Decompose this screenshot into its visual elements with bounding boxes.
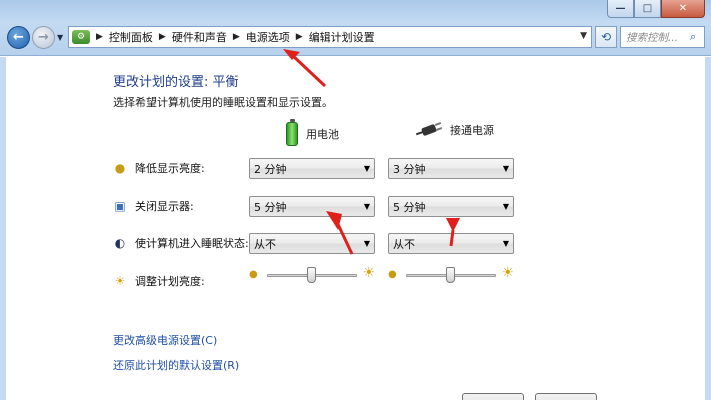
select-value: 5 分钟 [393,200,426,214]
column-header-plugged-in: 接通电源 [415,122,494,138]
search-input[interactable]: 搜索控制... [626,30,690,45]
column-label-plugged-in: 接通电源 [450,124,494,137]
dim-display-battery-select[interactable]: 2 分钟 ▼ [249,158,375,179]
bright-sun-icon: ☀ [362,265,375,281]
control-panel-icon: ⚙ [72,30,90,44]
save-changes-button[interactable] [462,393,524,400]
chevron-right-icon[interactable]: ▶ [96,32,103,42]
setting-label: 关闭显示器: [135,200,194,213]
battery-icon [286,119,298,146]
close-button[interactable]: ✕ [661,0,705,18]
select-value: 从不 [393,237,415,251]
column-label-battery: 用电池 [306,128,339,141]
chevron-right-icon[interactable]: ▶ [296,32,303,42]
refresh-icon: ⟲ [600,30,612,44]
breadcrumb-power-options[interactable]: 电源选项 [246,29,290,45]
window-titlebar: — □ ✕ ← → ▼ ⚙ ▶ 控制面板 ▶ 硬件和声音 ▶ 电源选项 ▶ 编辑… [0,0,711,56]
page-subtitle: 选择希望计算机使用的睡眠设置和显示设置。 [113,96,333,109]
back-button[interactable]: ← [7,26,30,49]
setting-label: 使计算机进入睡眠状态: [135,237,249,250]
search-box[interactable]: 搜索控制... ⌕ [620,26,705,48]
forward-button[interactable]: → [32,26,55,49]
select-value: 5 分钟 [254,200,287,214]
chevron-down-icon: ▼ [502,202,510,211]
chevron-down-icon: ▼ [502,164,510,173]
setting-row-dim-display: ● 降低显示亮度: [113,157,205,179]
setting-label: 调整计划亮度: [135,275,205,288]
breadcrumb-hardware-sound[interactable]: 硬件和声音 [172,29,227,45]
restore-defaults-link[interactable]: 还原此计划的默认设置(R) [113,357,239,373]
sun-icon: ☀ [114,274,126,288]
advanced-power-settings-link[interactable]: 更改高级电源设置(C) [113,332,217,348]
dim-sun-icon: ● [249,269,258,280]
dim-sun-icon: ● [388,269,397,280]
setting-row-turn-off-display: ▣ 关闭显示器: [113,195,194,217]
page-title: 更改计划的设置: 平衡 [113,75,239,90]
address-bar[interactable]: ⚙ ▶ 控制面板 ▶ 硬件和声音 ▶ 电源选项 ▶ 编辑计划设置 ▼ [68,26,592,48]
column-header-battery: 用电池 [286,119,339,146]
chevron-right-icon[interactable]: ▶ [233,32,240,42]
sleep-plugged-select[interactable]: 从不 ▼ [388,233,514,254]
select-value: 从不 [254,237,276,251]
chevron-down-icon: ▼ [363,239,371,248]
maximize-button[interactable]: □ [634,0,661,18]
navigation-bar: ← → ▼ ⚙ ▶ 控制面板 ▶ 硬件和声音 ▶ 电源选项 ▶ 编辑计划设置 ▼… [5,24,705,50]
turn-off-display-battery-select[interactable]: 5 分钟 ▼ [249,196,375,217]
back-arrow-icon: ← [13,30,24,45]
sleep-battery-select[interactable]: 从不 ▼ [249,233,375,254]
chevron-down-icon: ▼ [502,239,510,248]
search-icon[interactable]: ⌕ [690,30,704,44]
setting-row-brightness: ☀ 调整计划亮度: [113,270,205,292]
address-dropdown-icon[interactable]: ▼ [580,31,587,41]
refresh-button[interactable]: ⟲ [595,26,617,48]
chevron-down-icon: ▼ [363,164,371,173]
bright-sun-icon: ☀ [501,265,514,281]
minimize-button[interactable]: — [607,0,634,18]
breadcrumb-edit-plan-settings[interactable]: 编辑计划设置 [309,29,375,45]
cancel-button[interactable] [535,393,597,400]
power-plug-icon [415,122,443,137]
chevron-down-icon: ▼ [363,202,371,211]
recent-pages-dropdown[interactable]: ▼ [57,33,63,42]
slider-thumb[interactable] [307,267,316,283]
slider-thumb[interactable] [446,267,455,283]
setting-label: 降低显示亮度: [135,162,205,175]
breadcrumb-control-panel[interactable]: 控制面板 [109,29,153,45]
dim-display-icon: ● [114,161,126,175]
brightness-plugged-slider[interactable]: ● ☀ [388,265,514,285]
forward-arrow-icon: → [38,30,49,45]
brightness-battery-slider[interactable]: ● ☀ [249,265,375,285]
sleep-moon-icon: ◐ [114,236,126,250]
turn-off-display-plugged-select[interactable]: 5 分钟 ▼ [388,196,514,217]
setting-row-sleep: ◐ 使计算机进入睡眠状态: [113,232,249,254]
main-content: 更改计划的设置: 平衡 选择希望计算机使用的睡眠设置和显示设置。 用电池 接通电… [0,57,711,400]
select-value: 2 分钟 [254,162,287,176]
dim-display-plugged-select[interactable]: 3 分钟 ▼ [388,158,514,179]
monitor-icon: ▣ [114,199,126,213]
caption-buttons: — □ ✕ [607,0,705,18]
chevron-right-icon[interactable]: ▶ [159,32,166,42]
select-value: 3 分钟 [393,162,426,176]
